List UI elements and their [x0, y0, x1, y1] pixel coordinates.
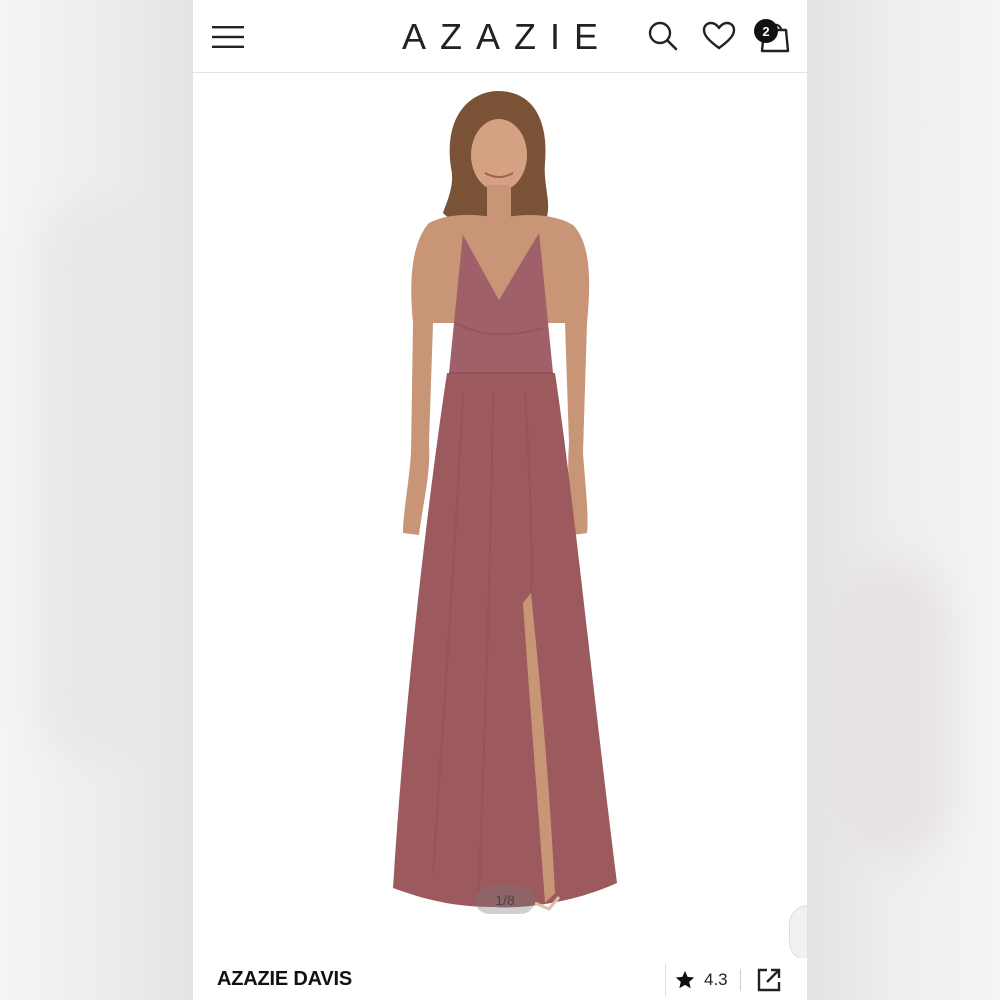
- share-button[interactable]: [755, 966, 783, 994]
- product-info-row: AZAZIE DAVIS 4.3: [193, 958, 807, 1000]
- backdrop-blur-left: [40, 200, 160, 760]
- heart-icon: [702, 21, 736, 50]
- search-button[interactable]: [645, 18, 681, 54]
- product-page: AZAZIE 2 1/8 AZAZIE DAVIS 4.3: [193, 0, 807, 1000]
- gallery-counter: 1/8: [475, 886, 535, 914]
- wishlist-button[interactable]: [700, 18, 738, 54]
- model-in-dress-image: [393, 91, 617, 911]
- rating-divider: [739, 969, 741, 991]
- rating-value[interactable]: 4.3: [704, 970, 728, 990]
- chat-widget-peek[interactable]: [789, 905, 807, 961]
- backdrop-blur-right: [830, 560, 950, 860]
- cart-count-badge: 2: [754, 19, 778, 43]
- product-name: AZAZIE DAVIS: [217, 968, 353, 990]
- search-icon: [648, 21, 678, 51]
- star-icon: [675, 970, 695, 989]
- share-external-icon: [757, 968, 780, 992]
- product-image[interactable]: [193, 73, 807, 953]
- rating-box: 4.3: [665, 964, 792, 996]
- top-navigation-bar: AZAZIE 2: [193, 0, 807, 73]
